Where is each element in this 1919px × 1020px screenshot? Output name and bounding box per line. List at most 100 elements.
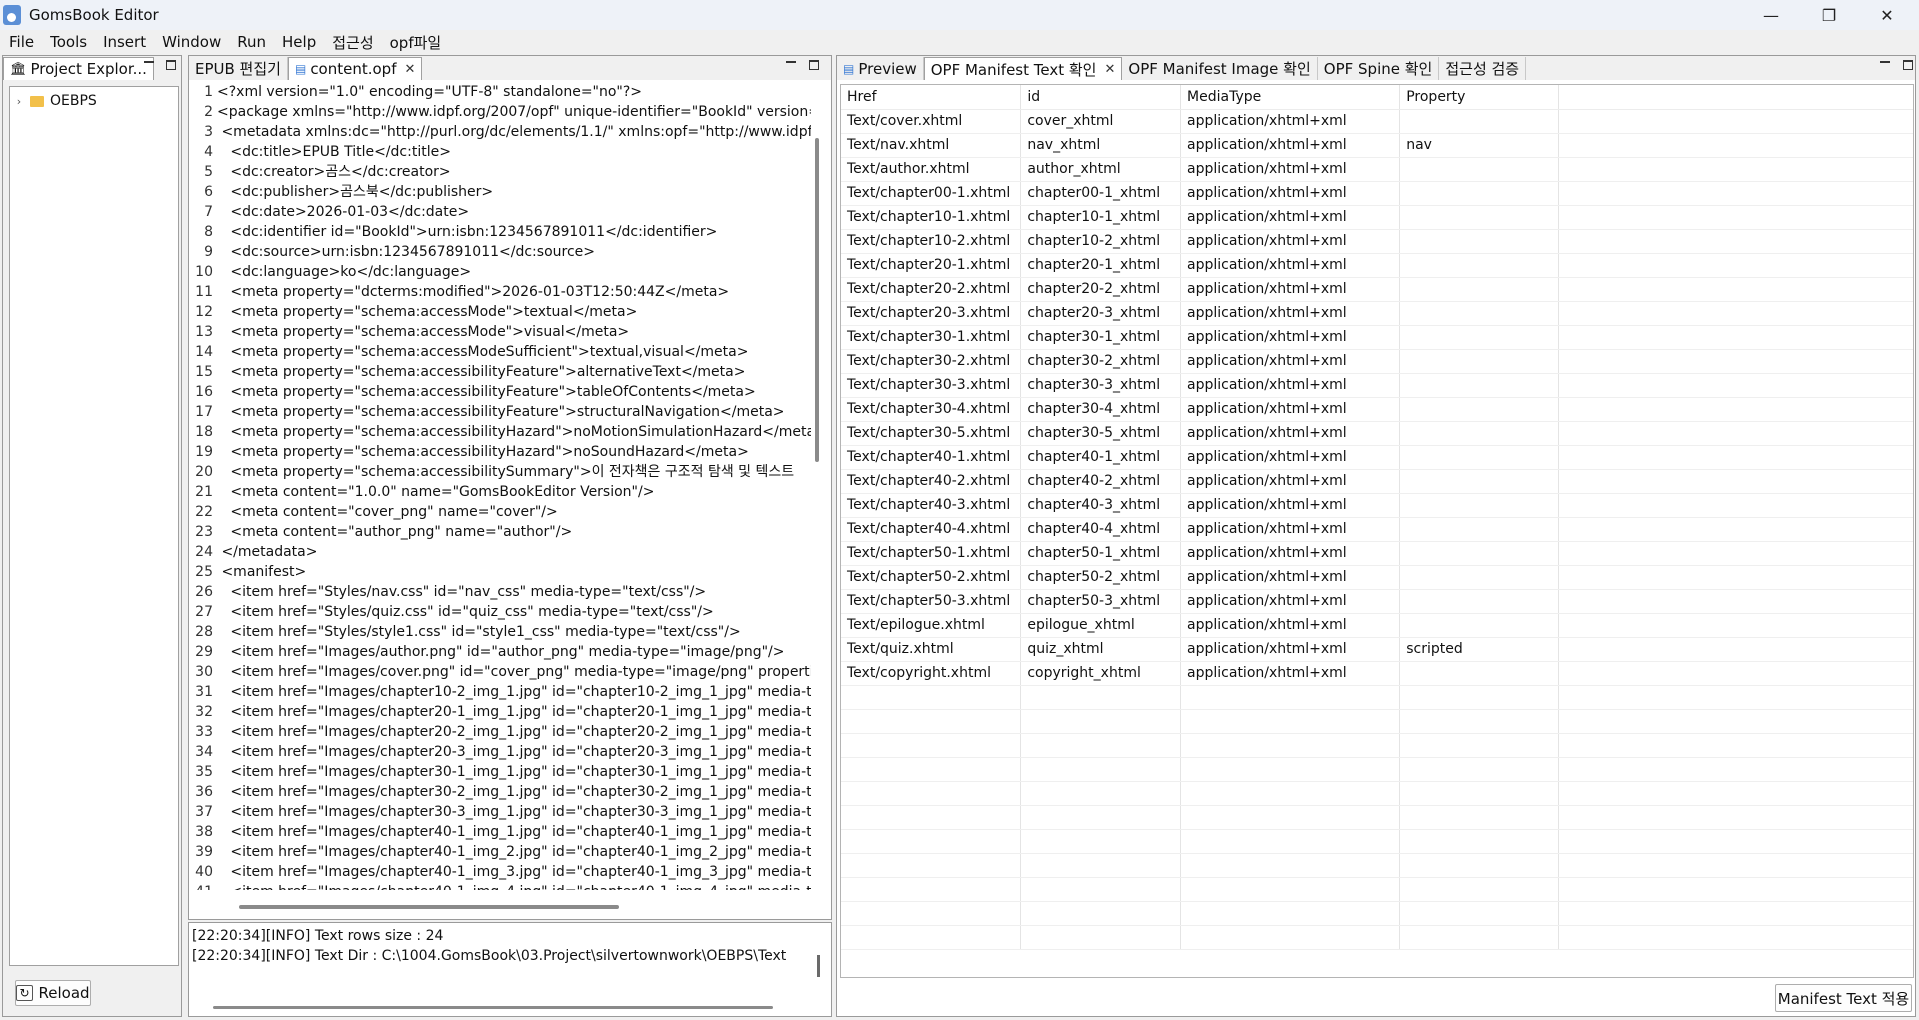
code-line[interactable]: 11 <meta property="dcterms:modified">202… xyxy=(189,282,729,302)
code-line[interactable]: 16 <meta property="schema:accessibilityF… xyxy=(189,382,756,402)
code-line[interactable]: 15 <meta property="schema:accessibilityF… xyxy=(189,362,745,382)
code-line[interactable]: 33 <item href="Images/chapter20-2_img_1.… xyxy=(189,722,811,742)
code-line[interactable]: 10 <dc:language>ko</dc:language> xyxy=(189,262,471,282)
code-line[interactable]: 3 <metadata xmlns:dc="http://purl.org/dc… xyxy=(189,122,811,142)
table-row[interactable] xyxy=(841,757,1913,782)
code-line[interactable]: 19 <meta property="schema:accessibilityH… xyxy=(189,442,749,462)
code-editor[interactable]: 1 <?xml version="1.0" encoding="UTF-8" st… xyxy=(189,82,811,890)
table-row[interactable]: Text/chapter40-2.xhtml chapter40-2_xhtml a… xyxy=(841,469,1913,494)
code-line[interactable]: 1 <?xml version="1.0" encoding="UTF-8" st… xyxy=(189,82,642,102)
minimize-panel-icon[interactable] xyxy=(1880,59,1890,73)
table-row[interactable]: Text/chapter20-1.xhtml chapter20-1_xhtml a… xyxy=(841,253,1913,278)
code-line[interactable]: 31 <item href="Images/chapter10-2_img_1.… xyxy=(189,682,811,702)
table-row[interactable]: Text/epilogue.xhtml epilogue_xhtml applica… xyxy=(841,613,1913,638)
menu-help[interactable]: Help xyxy=(274,33,324,51)
menu-tools[interactable]: Tools xyxy=(42,33,95,51)
console-horizontal-scrollbar[interactable] xyxy=(213,1006,773,1009)
menu-window[interactable]: Window xyxy=(154,33,229,51)
close-window-button[interactable]: ✕ xyxy=(1859,0,1915,30)
table-row[interactable]: Text/chapter30-1.xhtml chapter30-1_xhtml a… xyxy=(841,325,1913,350)
code-line[interactable]: 5 <dc:creator>곰스</dc:creator> xyxy=(189,162,451,182)
tab-opf-spine[interactable]: OPF Spine 확인 xyxy=(1318,57,1440,80)
column-header-mediatype[interactable]: MediaType xyxy=(1180,85,1401,110)
table-row[interactable]: Text/chapter30-2.xhtml chapter30-2_xhtml a… xyxy=(841,349,1913,374)
code-line[interactable]: 36 <item href="Images/chapter30-2_img_1.… xyxy=(189,782,811,802)
menu-insert[interactable]: Insert xyxy=(95,33,154,51)
table-row[interactable]: Text/chapter10-2.xhtml chapter10-2_xhtml a… xyxy=(841,229,1913,254)
table-row[interactable] xyxy=(841,805,1913,830)
minimize-panel-icon[interactable] xyxy=(786,59,796,73)
code-line[interactable]: 30 <item href="Images/cover.png" id="cov… xyxy=(189,662,811,682)
column-header-id[interactable]: id xyxy=(1020,85,1182,110)
minimize-button[interactable]: — xyxy=(1743,0,1799,30)
code-line[interactable]: 29 <item href="Images/author.png" id="au… xyxy=(189,642,784,662)
table-row[interactable]: Text/chapter40-1.xhtml chapter40-1_xhtml a… xyxy=(841,445,1913,470)
code-line[interactable]: 12 <meta property="schema:accessMode">te… xyxy=(189,302,637,322)
table-row[interactable]: Text/chapter50-2.xhtml chapter50-2_xhtml a… xyxy=(841,565,1913,590)
code-line[interactable]: 32 <item href="Images/chapter20-1_img_1.… xyxy=(189,702,811,722)
tab-preview[interactable]: ▤ Preview xyxy=(837,57,924,80)
chevron-right-icon[interactable]: › xyxy=(10,95,28,108)
editor-horizontal-scrollbar[interactable] xyxy=(239,905,619,909)
menu-accessibility[interactable]: 접근성 xyxy=(324,32,381,53)
reload-button[interactable]: ↻ Reload xyxy=(15,980,91,1006)
table-row[interactable] xyxy=(841,925,1913,950)
table-row[interactable]: Text/quiz.xhtml quiz_xhtml application/xht… xyxy=(841,637,1913,662)
close-icon[interactable]: ✕ xyxy=(1104,62,1115,77)
manifest-text-apply-button[interactable]: Manifest Text 적용 xyxy=(1775,984,1912,1012)
table-row[interactable] xyxy=(841,685,1913,710)
console-vertical-scrollbar[interactable] xyxy=(817,955,820,977)
code-line[interactable]: 14 <meta property="schema:accessModeSuff… xyxy=(189,342,748,362)
table-row[interactable]: Text/copyright.xhtml copyright_xhtml appli… xyxy=(841,661,1913,686)
table-row[interactable] xyxy=(841,733,1913,758)
minimize-panel-icon[interactable] xyxy=(144,59,154,73)
code-line[interactable]: 22 <meta content="cover_png" name="cover… xyxy=(189,502,558,522)
table-row[interactable]: Text/chapter20-2.xhtml chapter20-2_xhtml a… xyxy=(841,277,1913,302)
table-row[interactable] xyxy=(841,901,1913,926)
code-line[interactable]: 13 <meta property="schema:accessMode">vi… xyxy=(189,322,629,342)
menu-run[interactable]: Run xyxy=(229,33,274,51)
code-line[interactable]: 41 <item href="Images/chapter40-1_img_4.… xyxy=(189,882,811,890)
table-row[interactable]: Text/chapter10-1.xhtml chapter10-1_xhtml a… xyxy=(841,205,1913,230)
table-row[interactable]: Text/nav.xhtml nav_xhtml application/xhtml… xyxy=(841,133,1913,158)
close-icon[interactable]: ✕ xyxy=(405,62,416,77)
maximize-panel-icon[interactable] xyxy=(809,59,819,73)
code-line[interactable]: 8 <dc:identifier id="BookId">urn:isbn:12… xyxy=(189,222,717,242)
maximize-panel-icon[interactable] xyxy=(166,59,176,73)
code-line[interactable]: 23 <meta content="author_png" name="auth… xyxy=(189,522,572,542)
code-line[interactable]: 20 <meta property="schema:accessibilityS… xyxy=(189,462,794,482)
menu-file[interactable]: File xyxy=(0,33,42,51)
code-line[interactable]: 18 <meta property="schema:accessibilityH… xyxy=(189,422,811,442)
table-row[interactable]: Text/chapter00-1.xhtml chapter00-1_xhtml a… xyxy=(841,181,1913,206)
code-line[interactable]: 40 <item href="Images/chapter40-1_img_3.… xyxy=(189,862,811,882)
table-row[interactable]: Text/chapter40-4.xhtml chapter40-4_xhtml a… xyxy=(841,517,1913,542)
table-row[interactable] xyxy=(841,853,1913,878)
column-header-href[interactable]: Href xyxy=(841,85,1022,110)
code-line[interactable]: 25 <manifest> xyxy=(189,562,306,582)
code-line[interactable]: 6 <dc:publisher>곰스북</dc:publisher> xyxy=(189,182,493,202)
tab-opf-manifest-text[interactable]: OPF Manifest Text 확인 ✕ xyxy=(923,57,1123,80)
tab-accessibility-check[interactable]: 접근성 검증 xyxy=(1439,57,1527,80)
table-row[interactable] xyxy=(841,829,1913,854)
restore-button[interactable]: ❐ xyxy=(1801,0,1857,30)
editor-vertical-scrollbar[interactable] xyxy=(815,138,819,462)
table-row[interactable]: Text/chapter50-3.xhtml chapter50-3_xhtml a… xyxy=(841,589,1913,614)
code-line[interactable]: 21 <meta content="1.0.0" name="GomsBookE… xyxy=(189,482,654,502)
code-line[interactable]: 26 <item href="Styles/nav.css" id="nav_c… xyxy=(189,582,706,602)
code-line[interactable]: 38 <item href="Images/chapter40-1_img_1.… xyxy=(189,822,811,842)
tab-opf-manifest-image[interactable]: OPF Manifest Image 확인 xyxy=(1122,57,1318,80)
code-line[interactable]: 28 <item href="Styles/style1.css" id="st… xyxy=(189,622,741,642)
code-line[interactable]: 34 <item href="Images/chapter20-3_img_1.… xyxy=(189,742,811,762)
code-line[interactable]: 27 <item href="Styles/quiz.css" id="quiz… xyxy=(189,602,714,622)
table-row[interactable]: Text/chapter30-4.xhtml chapter30-4_xhtml a… xyxy=(841,397,1913,422)
code-line[interactable]: 35 <item href="Images/chapter30-1_img_1.… xyxy=(189,762,811,782)
maximize-panel-icon[interactable] xyxy=(1903,59,1913,73)
code-line[interactable]: 7 <dc:date>2026-01-03</dc:date> xyxy=(189,202,469,222)
table-row[interactable]: Text/author.xhtml author_xhtml application… xyxy=(841,157,1913,182)
table-row[interactable] xyxy=(841,877,1913,902)
code-line[interactable]: 17 <meta property="schema:accessibilityF… xyxy=(189,402,784,422)
code-line[interactable]: 39 <item href="Images/chapter40-1_img_2.… xyxy=(189,842,811,862)
table-row[interactable]: Text/chapter40-3.xhtml chapter40-3_xhtml a… xyxy=(841,493,1913,518)
tree-item-oebps[interactable]: › OEBPS xyxy=(10,90,178,112)
code-line[interactable]: 2 <package xmlns="http://www.idpf.org/200… xyxy=(189,102,811,122)
